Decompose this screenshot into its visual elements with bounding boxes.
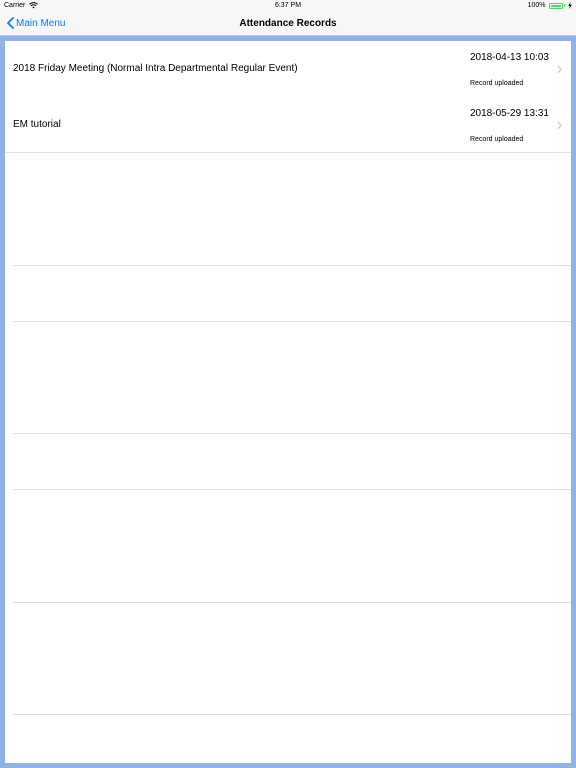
record-status: Record uploaded xyxy=(470,136,524,143)
page-title: Attendance Records xyxy=(239,18,337,29)
row-separator xyxy=(5,152,571,153)
status-bar-right: 100% xyxy=(528,2,572,9)
record-status: Record uploaded xyxy=(470,80,524,87)
records-table: 2018 Friday Meeting (Normal Intra Depart… xyxy=(5,41,571,763)
row-separator xyxy=(13,602,571,603)
record-title: EM tutorial xyxy=(13,119,61,130)
battery-icon xyxy=(548,2,563,9)
chevron-right-icon xyxy=(557,121,562,130)
status-bar: Carrier 6:37 PM 100% xyxy=(0,0,576,12)
row-separator xyxy=(13,433,571,434)
table-row[interactable]: 2018 Friday Meeting (Normal Intra Depart… xyxy=(5,41,571,97)
chevron-right-icon xyxy=(557,65,562,74)
record-datetime: 2018-05-29 13:31 xyxy=(470,108,549,119)
record-datetime: 2018-04-13 10:03 xyxy=(470,52,549,63)
row-separator xyxy=(13,489,571,490)
table-row[interactable]: EM tutorial 2018-05-29 13:31 Record uplo… xyxy=(5,97,571,153)
row-separator xyxy=(13,321,571,322)
record-title: 2018 Friday Meeting (Normal Intra Depart… xyxy=(13,63,298,74)
battery-tip xyxy=(563,4,565,7)
status-time: 6:37 PM xyxy=(274,2,302,9)
battery-percent: 100% xyxy=(527,2,546,9)
row-separator xyxy=(13,265,571,266)
row-separator xyxy=(13,714,571,715)
charging-icon xyxy=(568,2,572,9)
navigation-bar: Main Menu Attendance Records xyxy=(0,12,576,36)
